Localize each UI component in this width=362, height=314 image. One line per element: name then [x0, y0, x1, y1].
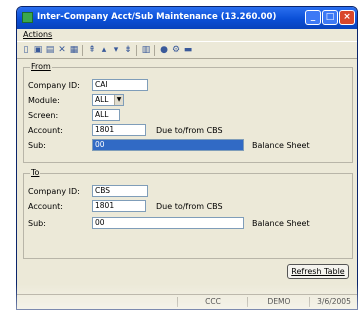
status-database: DEMO [247, 297, 310, 307]
from-sub-field[interactable]: 00 [92, 139, 244, 151]
to-sub-label: Sub: [28, 219, 46, 228]
window-title: Inter-Company Acct/Sub Maintenance (13.2… [37, 12, 277, 22]
to-account-label: Account: [28, 202, 63, 211]
from-account-label: Account: [28, 126, 63, 135]
from-sub-label: Sub: [28, 141, 46, 150]
close-button[interactable]: × [339, 10, 355, 25]
first-icon[interactable]: ⇞ [87, 45, 97, 55]
from-company-label: Company ID: [28, 81, 80, 90]
help-icon[interactable]: ● [159, 45, 169, 55]
to-group: To Company ID: CBS Account: 1801 Due to/… [23, 168, 353, 259]
from-account-field[interactable]: 1801 [92, 124, 146, 136]
screen-icon[interactable]: ▬ [183, 45, 193, 55]
delete-icon[interactable]: ✕ [57, 45, 67, 55]
calendar-icon[interactable]: ▥ [141, 45, 151, 55]
from-company-field[interactable]: CAI [92, 79, 148, 91]
status-date: 3/6/2005 [309, 297, 357, 307]
refresh-table-button[interactable]: Refresh Table [287, 264, 349, 279]
last-icon[interactable]: ⇟ [123, 45, 133, 55]
to-sub-desc: Balance Sheet [252, 219, 310, 228]
to-account-field[interactable]: 1801 [92, 200, 146, 212]
from-group: From Company ID: CAI Module: ALL ▼ Scree… [23, 62, 353, 163]
paste-icon[interactable]: ▦ [69, 45, 79, 55]
previous-icon[interactable]: ▴ [99, 45, 109, 55]
from-account-desc: Due to/from CBS [156, 126, 223, 135]
from-group-label: From [30, 62, 52, 71]
status-bar: CCC DEMO 3/6/2005 [17, 294, 357, 309]
app-icon [22, 12, 33, 23]
menu-actions[interactable]: Actions [23, 30, 52, 39]
from-module-select[interactable]: ALL ▼ [92, 94, 124, 106]
chevron-down-icon[interactable]: ▼ [114, 95, 123, 105]
to-company-field[interactable]: CBS [92, 185, 148, 197]
toolbar-separator [82, 45, 83, 56]
to-company-label: Company ID: [28, 187, 80, 196]
from-screen-label: Screen: [28, 111, 59, 120]
to-group-label: To [30, 168, 41, 177]
to-sub-field[interactable]: 00 [92, 217, 244, 229]
from-sub-desc: Balance Sheet [252, 141, 310, 150]
from-screen-field[interactable]: ALL [92, 109, 120, 121]
next-icon[interactable]: ▾ [111, 45, 121, 55]
minimize-button[interactable]: _ [305, 10, 321, 25]
from-module-label: Module: [28, 96, 60, 105]
toolbar-separator [136, 45, 137, 56]
copy-icon[interactable]: ▤ [45, 45, 55, 55]
title-bar[interactable]: Inter-Company Acct/Sub Maintenance (13.2… [17, 7, 357, 29]
toolbar: ▯ ▣ ▤ ✕ ▦ ⇞ ▴ ▾ ⇟ ▥ ● ⚙ ▬ [17, 41, 357, 59]
new-icon[interactable]: ▯ [21, 45, 31, 55]
toolbar-separator [154, 45, 155, 56]
status-company: CCC [177, 297, 248, 307]
app-window: Inter-Company Acct/Sub Maintenance (13.2… [16, 6, 358, 310]
save-icon[interactable]: ▣ [33, 45, 43, 55]
maximize-button[interactable]: □ [322, 10, 338, 25]
menu-bar: Actions [17, 29, 357, 41]
to-account-desc: Due to/from CBS [156, 202, 223, 211]
settings-icon[interactable]: ⚙ [171, 45, 181, 55]
from-module-value: ALL [95, 95, 109, 104]
